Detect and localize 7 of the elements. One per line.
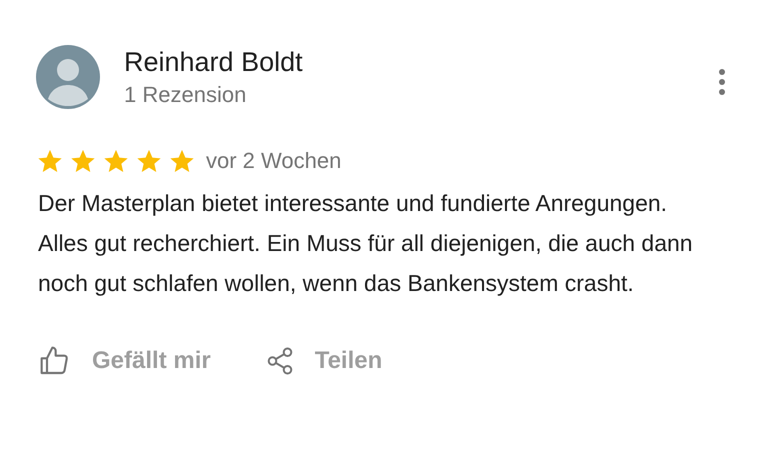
avatar-icon <box>36 45 100 109</box>
review-text: Der Masterplan bietet interessante und fundierte Anregungen. Alles gut recherchiert. Ein Muss für all diejenigen, die auch dann noch gut schlafen wollen, wenn das Bankensystem crasht. <box>38 189 694 298</box>
like-button[interactable]: Gefällt mir <box>38 343 211 379</box>
review-count: 1 Rezension <box>124 81 248 109</box>
author-name: Reinhard Boldt <box>124 46 303 79</box>
share-button[interactable]: Teilen <box>264 343 382 379</box>
review-date: vor 2 Wochen <box>206 147 342 175</box>
